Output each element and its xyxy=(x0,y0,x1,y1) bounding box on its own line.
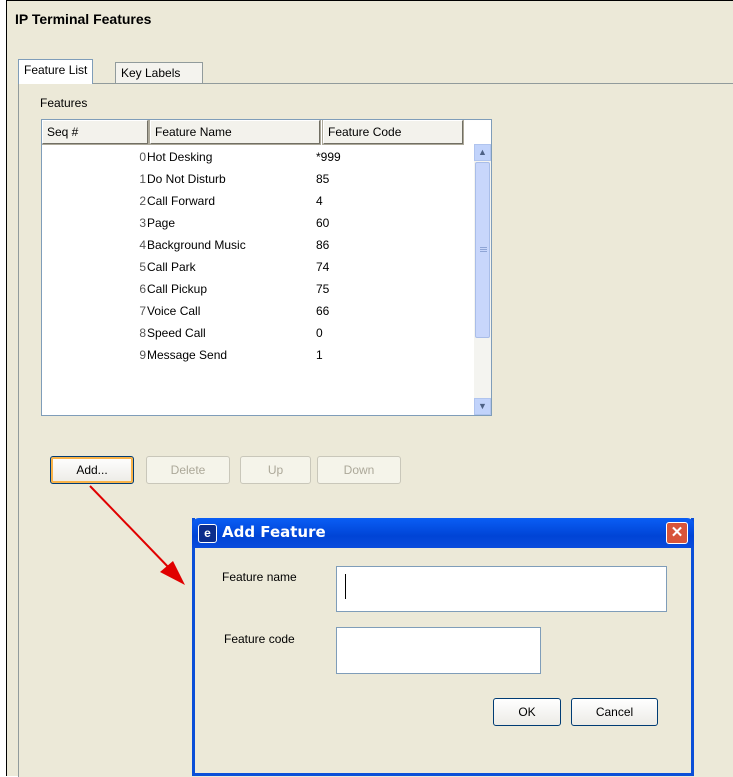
add-feature-dialog: e Add Feature ✕ Feature name Feature cod… xyxy=(192,518,694,776)
feature-name-field[interactable] xyxy=(336,566,667,612)
ok-button[interactable]: OK xyxy=(493,698,561,726)
feature-code-label: Feature code xyxy=(224,632,295,646)
feature-name-label: Feature name xyxy=(222,570,297,584)
cancel-button[interactable]: Cancel xyxy=(571,698,658,726)
text-caret xyxy=(345,574,346,599)
tab-feature-list[interactable]: Feature List xyxy=(18,59,94,84)
close-icon[interactable]: ✕ xyxy=(666,522,688,544)
app-icon: e xyxy=(198,524,217,543)
dialog-titlebar[interactable]: e Add Feature ✕ xyxy=(192,518,694,548)
feature-code-field[interactable] xyxy=(336,627,541,674)
dialog-title: Add Feature xyxy=(222,523,326,541)
